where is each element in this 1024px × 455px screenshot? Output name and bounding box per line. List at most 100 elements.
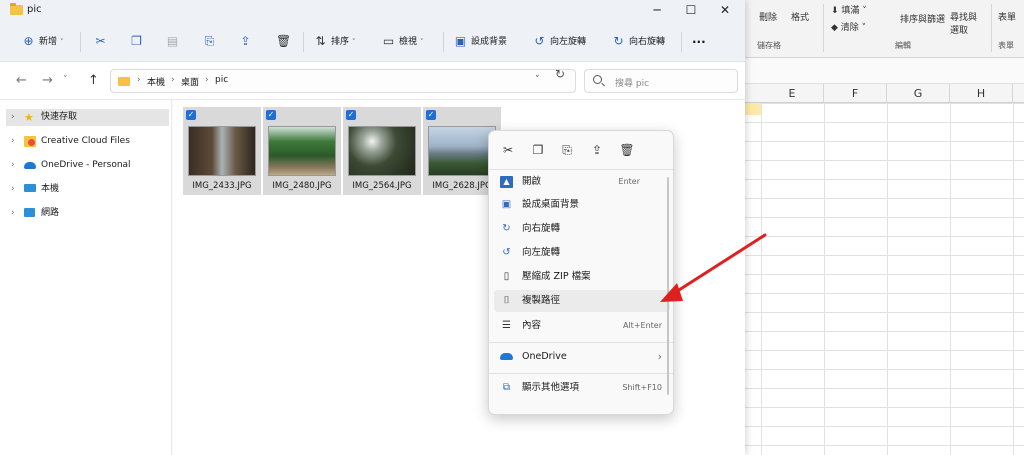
- copy-button[interactable]: ❐: [130, 34, 147, 50]
- rotate-left-button[interactable]: ↺ 向左旋轉: [533, 34, 586, 50]
- close-button[interactable]: ✕: [708, 0, 742, 22]
- copy-icon[interactable]: ❐: [529, 141, 547, 159]
- up-arrow-icon[interactable]: ↑: [88, 73, 99, 88]
- checkbox-checked-icon[interactable]: ✓: [346, 110, 356, 120]
- rotate-left-icon: ↺: [534, 34, 545, 48]
- show-more-icon: ⧉: [502, 382, 511, 393]
- toolbar-separator: [303, 32, 304, 52]
- copy-path-icon: ⌷: [503, 295, 510, 306]
- chevron-right-icon[interactable]: ›: [11, 205, 15, 222]
- column-header-f[interactable]: F: [824, 84, 887, 103]
- rename-icon[interactable]: ⎘: [558, 141, 576, 159]
- photo-thumbnail: [268, 126, 336, 176]
- excel-highlighted-cell[interactable]: [745, 103, 761, 115]
- menu-item-copy-path[interactable]: ⌷ 複製路徑: [494, 290, 670, 312]
- chevron-right-icon: ›: [657, 350, 662, 363]
- navigation-pane: › ★ 快速存取 › Creative Cloud Files › OneDri…: [0, 100, 172, 455]
- trash-icon[interactable]: 🗑: [618, 141, 636, 159]
- star-icon: ★: [24, 111, 34, 124]
- history-chevron-icon[interactable]: ˅: [63, 75, 68, 85]
- nav-item-this-pc[interactable]: › 本機: [6, 181, 169, 198]
- cut-button[interactable]: ✂: [94, 34, 111, 50]
- checkbox-checked-icon[interactable]: ✓: [426, 110, 436, 120]
- nav-item-quick-access[interactable]: › ★ 快速存取: [6, 109, 169, 126]
- delete-button[interactable]: 🗑: [276, 34, 293, 50]
- menu-item-show-more-options[interactable]: ⧉ 顯示其他選項 Shift+F10: [494, 377, 670, 399]
- title-bar[interactable]: pic ─ ☐ ✕: [0, 0, 745, 22]
- minimize-button[interactable]: ─: [640, 0, 674, 22]
- ribbon-sort-filter-button[interactable]: 排序與篩選: [900, 12, 945, 25]
- annotation-arrow-icon: [660, 233, 767, 302]
- chevron-right-icon[interactable]: ›: [11, 181, 15, 198]
- menu-item-properties[interactable]: ☰ 內容 Alt+Enter: [494, 315, 670, 337]
- menu-item-open[interactable]: ▲ 開啟 Enter: [494, 171, 670, 193]
- folder-icon: [118, 77, 130, 86]
- rotate-left-icon: ↺: [502, 247, 511, 258]
- rotate-right-button[interactable]: ↻ 向右旋轉: [612, 34, 665, 50]
- rename-icon: ⎘: [204, 34, 215, 48]
- chevron-right-icon[interactable]: ›: [11, 133, 15, 150]
- breadcrumb-this-pc[interactable]: 本機: [147, 75, 165, 88]
- menu-item-onedrive[interactable]: OneDrive ›: [494, 346, 670, 368]
- ribbon-form-button[interactable]: 表單: [998, 10, 1016, 23]
- menu-item-rotate-left[interactable]: ↺ 向左旋轉: [494, 242, 670, 264]
- new-button[interactable]: ⊕ 新增 ˅: [22, 34, 63, 50]
- file-item[interactable]: ✓ IMG_2433.JPG: [183, 107, 261, 195]
- breadcrumb-desktop[interactable]: 桌面: [181, 75, 199, 88]
- menu-item-compress-zip[interactable]: ▯ 壓縮成 ZIP 檔案: [494, 266, 670, 288]
- ribbon-clear-button[interactable]: ◆ 清除 ˅: [831, 20, 866, 33]
- maximize-button[interactable]: ☐: [674, 0, 708, 22]
- back-arrow-icon[interactable]: ←: [16, 73, 27, 88]
- paste-button[interactable]: ▤: [166, 34, 183, 50]
- cut-icon[interactable]: ✂: [499, 141, 517, 159]
- share-icon[interactable]: ⇪: [588, 141, 606, 159]
- address-dropdown-icon[interactable]: ˅: [535, 75, 540, 85]
- column-header-e[interactable]: E: [761, 84, 824, 103]
- computer-icon: [24, 184, 36, 192]
- menu-item-rotate-right[interactable]: ↻ 向右旋轉: [494, 218, 670, 240]
- excel-formula-bar[interactable]: [745, 58, 1024, 84]
- nav-item-network[interactable]: › 網路: [6, 205, 169, 222]
- address-bar[interactable]: › 本機 › 桌面 › pic ˅: [110, 69, 576, 93]
- search-box[interactable]: 搜尋 pic: [584, 69, 738, 93]
- column-header-g[interactable]: G: [887, 84, 950, 103]
- checkbox-checked-icon[interactable]: ✓: [266, 110, 276, 120]
- excel-cell-grid[interactable]: [745, 103, 1024, 455]
- column-header-h[interactable]: H: [950, 84, 1013, 103]
- ribbon-format-button[interactable]: 格式: [791, 10, 809, 23]
- file-name: IMG_2433.JPG: [192, 181, 252, 191]
- file-item[interactable]: ✓ IMG_2564.JPG: [343, 107, 421, 195]
- menu-separator: [489, 373, 673, 374]
- share-button[interactable]: ⇪: [239, 34, 256, 50]
- nav-item-onedrive[interactable]: › OneDrive - Personal: [6, 157, 169, 174]
- more-options-button[interactable]: ···: [692, 34, 706, 50]
- ribbon-group-form: 表單: [998, 41, 1014, 50]
- ribbon-group-edit: 編輯: [895, 41, 911, 50]
- forward-arrow-icon[interactable]: →: [42, 73, 53, 88]
- view-button[interactable]: ▭ 檢視 ˅: [382, 34, 424, 50]
- refresh-icon[interactable]: ↻: [555, 67, 565, 81]
- excel-ribbon: 刪除 格式 儲存格 ⬇ 填滿 ˅ ◆ 清除 ˅ 排序與篩選 尋找與 選取 編輯 表…: [745, 0, 1024, 58]
- file-item[interactable]: ✓ IMG_2480.JPG: [263, 107, 341, 195]
- ribbon-find-select-button[interactable]: 尋找與 選取: [950, 10, 977, 36]
- ribbon-fill-button[interactable]: ⬇ 填滿 ˅: [831, 3, 867, 16]
- wallpaper-icon: ▣: [501, 199, 512, 210]
- ribbon-delete-button[interactable]: 刪除: [759, 10, 777, 23]
- sort-button[interactable]: ⇅ 排序 ˅: [314, 34, 355, 50]
- chevron-right-icon[interactable]: ›: [11, 109, 15, 126]
- checkbox-checked-icon[interactable]: ✓: [186, 110, 196, 120]
- breadcrumb-pic[interactable]: pic: [215, 75, 228, 85]
- zip-icon: ▯: [503, 271, 510, 282]
- toolbar-separator: [80, 32, 81, 52]
- set-background-button[interactable]: ▣ 設成背景: [454, 34, 507, 50]
- rename-button[interactable]: ⎘: [203, 34, 220, 50]
- toolbar-separator: [443, 32, 444, 52]
- ribbon-separator: [823, 4, 824, 52]
- menu-item-set-desktop-background[interactable]: ▣ 設成桌面背景: [494, 194, 670, 216]
- breadcrumb-separator: ›: [205, 75, 209, 85]
- share-icon: ⇪: [240, 34, 251, 48]
- chevron-right-icon[interactable]: ›: [11, 157, 15, 174]
- nav-item-creative-cloud[interactable]: › Creative Cloud Files: [6, 133, 169, 150]
- sort-icon: ⇅: [315, 34, 326, 48]
- breadcrumb-separator: ›: [137, 75, 141, 85]
